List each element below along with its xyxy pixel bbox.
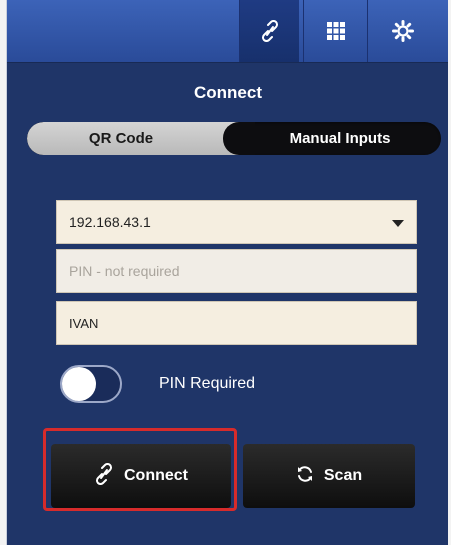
device-name-value: IVAN — [69, 315, 99, 331]
segment-manual-inputs[interactable]: Manual Inputs — [239, 122, 441, 155]
segment-qr-code-label: QR Code — [88, 130, 154, 147]
ip-address-value: 192.168.43.1 — [69, 214, 151, 230]
chevron-down-icon — [392, 220, 404, 227]
link-icon — [94, 462, 114, 490]
gear-icon — [391, 20, 414, 42]
link-icon — [260, 20, 280, 42]
mode-segmented-control: QR Code Manual Inputs — [27, 122, 441, 155]
device-name-input[interactable]: IVAN — [56, 301, 417, 345]
connect-panel: Connect QR Code Manual Inputs 192.168.43… — [6, 0, 448, 545]
connect-button[interactable]: Connect — [51, 444, 231, 508]
pin-required-label: PIN Required — [159, 375, 256, 392]
toggle-knob — [62, 367, 96, 401]
tab-grid[interactable] — [303, 0, 367, 62]
segment-manual-inputs-label: Manual Inputs — [289, 130, 391, 147]
page-title: Connect — [194, 83, 262, 102]
tab-connect[interactable] — [239, 0, 299, 62]
tab-settings[interactable] — [367, 0, 437, 62]
scan-button[interactable]: Scan — [243, 444, 415, 508]
scan-button-label: Scan — [323, 467, 363, 484]
pin-placeholder: PIN - not required — [69, 263, 180, 279]
grid-icon — [326, 21, 346, 41]
ip-address-select[interactable]: 192.168.43.1 — [56, 200, 417, 244]
segment-qr-code[interactable]: QR Code — [27, 122, 255, 155]
pin-required-toggle[interactable] — [60, 365, 122, 403]
connect-button-label: Connect — [124, 467, 188, 484]
refresh-icon — [296, 465, 314, 488]
pin-input[interactable]: PIN - not required — [56, 249, 417, 293]
toolbar — [7, 0, 448, 63]
